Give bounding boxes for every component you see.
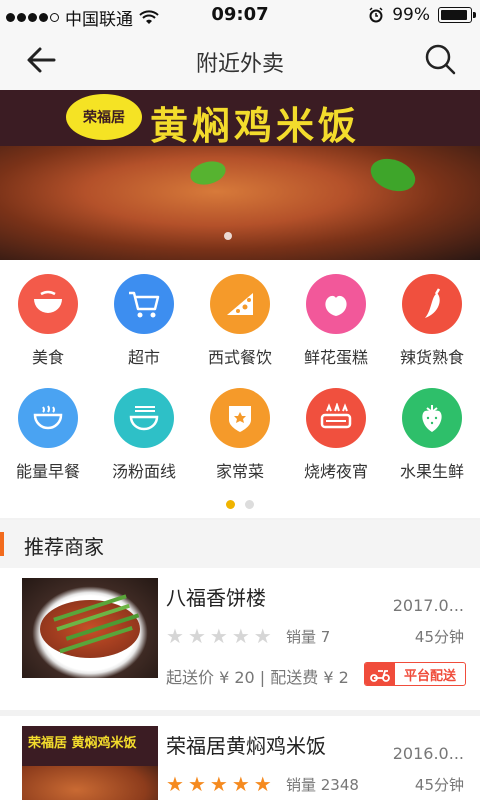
category-supermarket[interactable]: 超市 [96,274,192,368]
brand-seal: 荣福居 [66,94,142,140]
category-bbq[interactable]: 烧烤夜宵 [288,388,384,482]
scooter-icon [365,663,395,685]
thumbnail-brand-text: 荣福居 黄焖鸡米饭 [28,736,137,751]
category-grid: 美食 超市 西式餐饮 鲜花蛋糕 辣货熟食 能量早餐 汤粉面线 家常菜 烧烤夜宵 … [0,260,480,518]
category-home-cooking[interactable]: 家常菜 [192,388,288,482]
banner-title: 黄焖鸡米饭 [150,103,361,148]
strawberry-icon [402,388,462,448]
platform-delivery-tag: 平台配送 [364,662,466,686]
star-icon: ★ [209,624,228,648]
category-pager [0,500,480,509]
category-label: 水果生鲜 [399,462,464,481]
recommended-section-header: 推荐商家 [0,520,480,568]
shop-card[interactable]: 荣福居 黄焖鸡米饭 荣福居黄焖鸡米饭 2016.0... ★ ★ ★ ★ ★ 销量 23… [0,716,480,800]
category-label: 辣货熟食 [399,348,464,367]
sales-count: 销量 2348 [286,776,359,794]
category-label: 鲜花蛋糕 [303,348,368,367]
bowl-icon [18,274,78,334]
category-label: 能量早餐 [15,462,80,481]
delivery-fee: 起送价 ¥ 20 | 配送费 ¥ 2 [166,668,349,687]
dish-icon [210,388,270,448]
pager-dot[interactable] [245,500,254,509]
star-icon: ★ [253,772,272,796]
star-icon: ★ [166,624,184,648]
pizza-icon [210,274,270,334]
page-title: 附近外卖 [195,52,284,77]
sales-count: 销量 7 [286,628,331,646]
category-western[interactable]: 西式餐饮 [192,274,288,368]
nav-header: 附近外卖 [0,30,480,90]
section-accent-bar [0,532,4,556]
star-icon: ★ [231,772,250,796]
rating-stars: ★ ★ ★ ★ ★ [166,774,272,794]
grill-icon [306,388,366,448]
battery-percent: 99% [392,5,430,25]
breakfast-bowl-icon [18,388,78,448]
shop-date: 2017.0... [392,596,464,615]
noodle-icon [114,388,174,448]
category-spicy[interactable]: 辣货熟食 [384,274,480,368]
category-label: 超市 [127,348,160,367]
star-icon: ★ [253,624,272,648]
pager-dot-active[interactable] [226,500,235,509]
category-breakfast[interactable]: 能量早餐 [0,388,96,482]
category-label: 烧烤夜宵 [303,462,368,481]
star-icon: ★ [187,772,206,796]
alarm-icon [369,7,383,23]
star-icon: ★ [187,624,206,648]
delivery-time: 45分钟 [414,628,464,646]
category-label: 汤粉面线 [111,462,176,481]
banner-page-indicator [224,232,232,240]
peach-icon [306,274,366,334]
shop-name: 八福香饼楼 [166,586,266,610]
banner-food-image [0,146,480,260]
category-label: 美食 [31,348,64,367]
category-flowers-cakes[interactable]: 鲜花蛋糕 [288,274,384,368]
star-icon: ★ [231,624,250,648]
promo-banner[interactable]: 荣福居 黄焖鸡米饭 [0,90,480,260]
category-food[interactable]: 美食 [0,274,96,368]
status-bar: 中国联通 09:07 99% [0,0,480,30]
category-fruit[interactable]: 水果生鲜 [384,388,480,482]
search-icon[interactable] [422,42,458,78]
cart-icon [114,274,174,334]
section-title: 推荐商家 [24,535,104,559]
category-noodles[interactable]: 汤粉面线 [96,388,192,482]
shop-name: 荣福居黄焖鸡米饭 [166,734,326,758]
pepper-icon [402,274,462,334]
shop-card[interactable]: 八福香饼楼 2017.0... ★ ★ ★ ★ ★ 销量 7 45分钟 起送价 ¥ 20… [0,568,480,710]
shop-thumbnail [22,578,158,678]
shop-thumbnail: 荣福居 黄焖鸡米饭 [22,726,158,800]
star-icon: ★ [166,772,184,796]
tag-label: 平台配送 [403,668,456,684]
star-icon: ★ [209,772,228,796]
rating-stars: ★ ★ ★ ★ ★ [166,626,272,646]
shop-date: 2016.0... [392,744,464,763]
category-label: 家常菜 [215,462,264,481]
battery-icon [438,7,476,23]
delivery-time: 45分钟 [414,776,464,794]
category-label: 西式餐饮 [207,348,272,367]
